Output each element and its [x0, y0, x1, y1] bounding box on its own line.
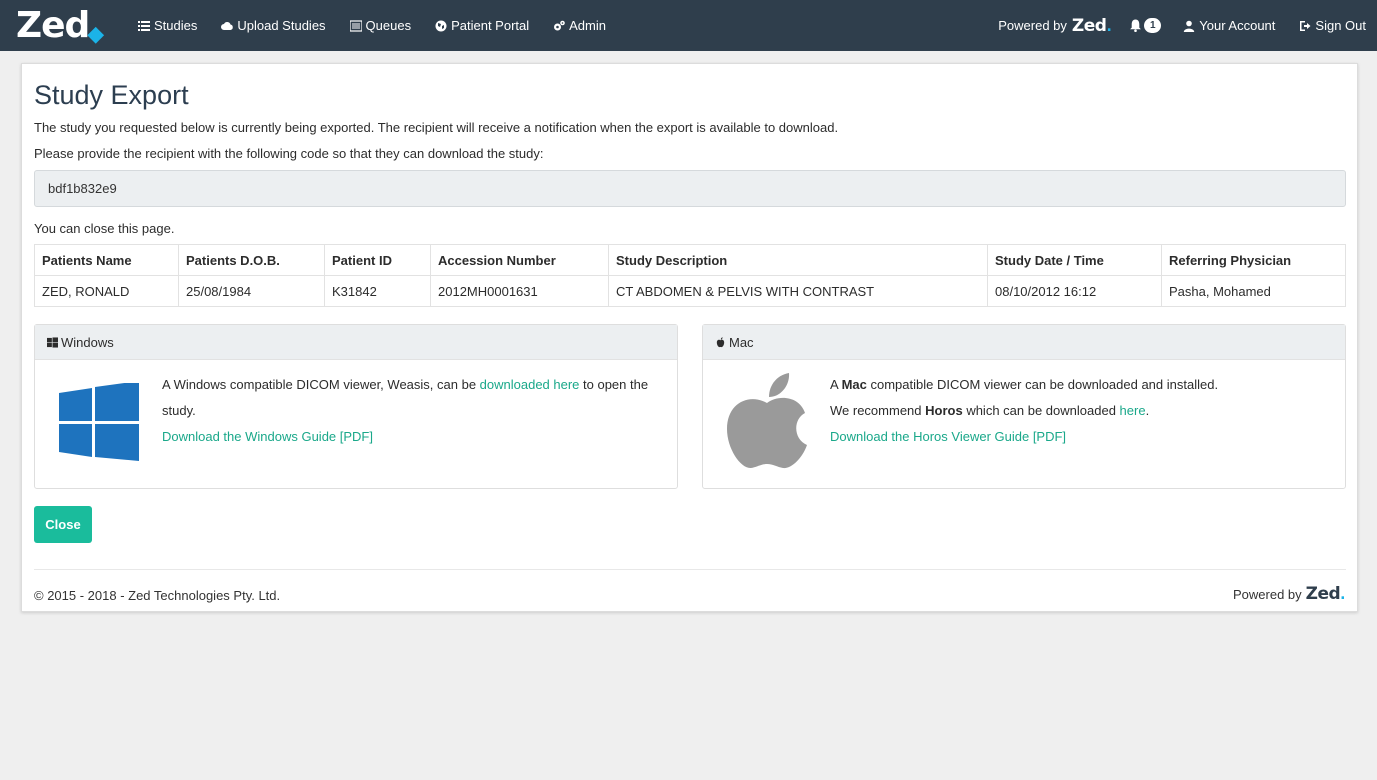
mac-panel: Mac A Mac compatible DICOM viewer can be…: [702, 324, 1346, 489]
nav-right: Powered by Zed. 1 Your Account Sign Out: [998, 0, 1366, 51]
mac-line2-a: We recommend: [830, 403, 926, 418]
footer-powered-brand: Zed: [1305, 584, 1341, 604]
notification-badge: 1: [1144, 18, 1162, 33]
col-study-description: Study Description: [608, 244, 988, 276]
col-patients-dob: Patients D.O.B.: [178, 244, 325, 276]
cell-accession-number: 2012MH0001631: [430, 275, 609, 307]
nav-account-label: Your Account: [1199, 18, 1276, 33]
nav-portal-label: Patient Portal: [451, 18, 530, 33]
user-icon: [1184, 20, 1195, 32]
sign-out-icon: [1300, 20, 1311, 31]
windows-logo-icon: [59, 383, 139, 461]
nav-powered-logo: Zed.: [1071, 15, 1112, 36]
cell-study-date-time: 08/10/2012 16:12: [987, 275, 1162, 307]
nav-powered-text: Powered by: [998, 18, 1067, 33]
top-navbar: Zed◆ Studies Upload Studies Queues Patie…: [0, 0, 1377, 51]
windows-panel-heading: Windows: [35, 325, 677, 360]
col-referring-physician: Referring Physician: [1161, 244, 1346, 276]
col-study-date-time: Study Date / Time: [987, 244, 1162, 276]
nav-upload-studies[interactable]: Upload Studies: [221, 18, 326, 33]
cell-study-description: CT ABDOMEN & PELVIS WITH CONTRAST: [608, 275, 988, 307]
mac-panel-heading: Mac: [703, 325, 1345, 360]
close-note: You can close this page.: [34, 221, 175, 236]
mac-description: A Mac compatible DICOM viewer can be dow…: [830, 372, 1218, 398]
footer-powered-text: Powered by: [1232, 586, 1302, 602]
brand-text: Zed: [16, 5, 90, 46]
notifications-button[interactable]: 1: [1129, 18, 1162, 33]
bell-icon: [1130, 19, 1142, 32]
cloud-upload-icon: [221, 21, 234, 30]
close-button[interactable]: Close: [34, 506, 92, 543]
col-patient-id: Patient ID: [324, 244, 431, 276]
nav-your-account[interactable]: Your Account: [1183, 18, 1275, 33]
nav-upload-label: Upload Studies: [237, 18, 326, 33]
footer-divider: [34, 569, 1346, 570]
list-icon: [138, 20, 150, 31]
mac-line2-b: which can be downloaded: [962, 403, 1120, 418]
windows-text-before: A Windows compatible DICOM viewer, Weasi…: [162, 377, 480, 392]
windows-description: A Windows compatible DICOM viewer, Weasi…: [162, 372, 677, 424]
nav-powered-by: Powered by Zed.: [998, 16, 1111, 36]
study-table: Patients Name Patients D.O.B. Patient ID…: [34, 244, 1346, 307]
mac-line2-bold: Horos: [925, 403, 963, 418]
footer-powered-by: Powered by Zed.: [1233, 584, 1345, 604]
nav-sign-out[interactable]: Sign Out: [1299, 18, 1366, 33]
cell-referring-physician: Pasha, Mohamed: [1161, 275, 1346, 307]
horos-download-link[interactable]: here: [1120, 403, 1146, 418]
brand-logo[interactable]: Zed◆: [16, 5, 104, 51]
col-patients-name: Patients Name: [34, 244, 179, 276]
windows-guide-link[interactable]: Download the Windows Guide [PDF]: [162, 429, 373, 444]
nav-patient-portal[interactable]: Patient Portal: [435, 18, 529, 33]
mac-line2-end: .: [1145, 403, 1150, 418]
windows-heading-label: Windows: [61, 334, 114, 350]
apple-logo-icon: [727, 373, 807, 469]
footer-zed-logo[interactable]: Zed.: [1305, 584, 1346, 604]
table-header-row: Patients Name Patients D.O.B. Patient ID…: [34, 244, 1346, 276]
download-code-field[interactable]: bdf1b832e9: [34, 170, 1346, 207]
nav-signout-label: Sign Out: [1315, 18, 1366, 33]
brand-dot-icon: ◆: [87, 22, 104, 47]
nav-admin[interactable]: Admin: [553, 18, 606, 33]
export-card: Study Export The study you requested bel…: [21, 63, 1358, 612]
nav-powered-brand: Zed: [1071, 15, 1107, 36]
mac-heading-label: Mac: [729, 334, 754, 350]
code-prompt: Please provide the recipient with the fo…: [34, 146, 544, 161]
footer-copyright: © 2015 - 2018 - Zed Technologies Pty. Lt…: [34, 588, 281, 603]
nav-queues[interactable]: Queues: [349, 18, 412, 33]
col-accession-number: Accession Number: [430, 244, 609, 276]
windows-small-icon: [47, 336, 58, 348]
nav-queues-label: Queues: [365, 18, 412, 33]
mac-line1-bold: Mac: [841, 377, 867, 392]
mac-panel-text: A Mac compatible DICOM viewer can be dow…: [830, 372, 1218, 450]
mac-line1-b: compatible DICOM viewer can be downloade…: [866, 377, 1219, 392]
cell-patients-dob: 25/08/1984: [178, 275, 325, 307]
nav-admin-label: Admin: [569, 18, 606, 33]
mac-line1-a: A: [830, 377, 842, 392]
cogs-icon: [554, 20, 565, 30]
horos-guide-link[interactable]: Download the Horos Viewer Guide [PDF]: [830, 429, 1066, 444]
nav-studies-label: Studies: [154, 18, 198, 33]
windows-panel: Windows A Windows compatible DICOM viewe…: [34, 324, 678, 489]
main-nav: Studies Upload Studies Queues Patient Po…: [138, 0, 630, 51]
windows-panel-text: A Windows compatible DICOM viewer, Weasi…: [162, 372, 677, 450]
weasis-download-link[interactable]: downloaded here: [480, 377, 580, 392]
cell-patient-id: K31842: [324, 275, 431, 307]
export-message: The study you requested below is current…: [34, 120, 839, 135]
list-alt-icon: [349, 19, 362, 32]
table-row: ZED, RONALD 25/08/1984 K31842 2012MH0001…: [34, 275, 1346, 307]
page-title: Study Export: [34, 80, 189, 110]
mac-recommendation: We recommend Horos which can be download…: [830, 398, 1218, 424]
nav-studies[interactable]: Studies: [138, 18, 197, 33]
apple-small-icon: [716, 336, 725, 347]
globe-icon: [435, 20, 447, 31]
cell-patients-name: ZED, RONALD: [34, 275, 179, 307]
